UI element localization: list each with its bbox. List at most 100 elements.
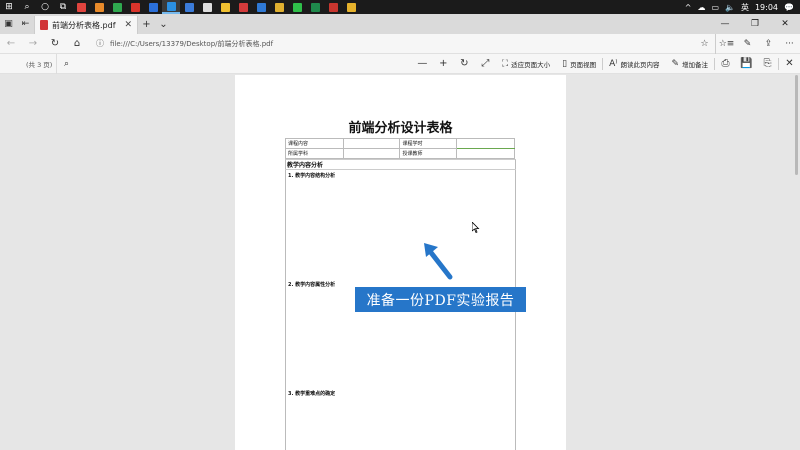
vertical-scrollbar[interactable] (795, 75, 798, 175)
new-tab-button[interactable]: + (138, 14, 155, 34)
pdf-viewer[interactable]: 前端分析设计表格 课程内容 课程学时 所属学科 授课教师 教学内容分析 1. 教… (0, 75, 800, 450)
tab-preview-icon[interactable]: ⇤ (17, 14, 34, 34)
edge-icon[interactable] (162, 0, 180, 14)
read-aloud-button[interactable]: A⁾ 朗读此页内容 (603, 54, 665, 74)
pointer-arrow-icon (424, 243, 453, 280)
table-cell: 所属学科 (285, 148, 344, 159)
pdf-search-icon[interactable]: ⌕ (56, 53, 76, 74)
close-window-button[interactable]: ✕ (770, 14, 800, 34)
address-bar: ← → ↻ ⌂ ⓘ file:///C:/Users/13379/Desktop… (0, 33, 800, 54)
table-cell: 课程内容 (285, 138, 344, 149)
excel-icon[interactable] (306, 0, 324, 14)
window-controls: — ❐ ✕ (710, 14, 800, 34)
app-white-icon[interactable] (198, 0, 216, 14)
home-button[interactable]: ⌂ (66, 34, 88, 54)
tab-close-icon[interactable]: ✕ (124, 20, 132, 30)
table-cell (342, 138, 401, 149)
system-tray: ^ ☁ ▭ 🔈 英 19:04 💬 (685, 0, 800, 14)
page-view-icon: ▯ (562, 58, 568, 69)
table-cell (456, 148, 515, 159)
share-icon[interactable]: ⇪ (758, 34, 779, 54)
zoom-in-button[interactable]: + (433, 54, 454, 74)
print-button[interactable]: ⎙ (715, 54, 736, 74)
save-as-button[interactable]: ⎘ (757, 54, 778, 74)
info-table: 课程内容 课程学时 所属学科 授课教师 (285, 138, 515, 159)
app-orange-icon[interactable] (90, 0, 108, 14)
app-red2-glyph (130, 2, 140, 12)
app-red-glyph (76, 2, 86, 12)
save-button[interactable]: 💾 (736, 54, 757, 74)
app-white-glyph (202, 2, 212, 12)
pen-icon: ✎ (671, 58, 679, 69)
forward-button[interactable]: → (22, 34, 44, 54)
zoom-out-button[interactable]: — (412, 54, 433, 74)
fit-page-label: 适应页面大小 (511, 60, 551, 69)
fullscreen-button[interactable]: ⤢ (475, 54, 496, 74)
clock[interactable]: 19:04 (755, 3, 778, 12)
app-blue-glyph (148, 2, 158, 12)
volume-icon[interactable]: 🔈 (725, 3, 735, 12)
url-text: file:///C:/Users/13379/Desktop/前端分析表格.pd… (110, 39, 274, 48)
back-button[interactable]: ← (0, 34, 22, 54)
tab-pdf[interactable]: 前端分析表格.pdf ✕ (34, 16, 138, 34)
refresh-button[interactable]: ↻ (44, 34, 66, 54)
page-view-button[interactable]: ▯ 页面视图 (556, 54, 602, 74)
list-item: 2. 教学内容属性分析 (288, 282, 336, 288)
pin-toolbar-icon[interactable]: ✕ (779, 54, 800, 74)
cortana-icon[interactable]: ○ (36, 0, 54, 14)
read-aloud-icon: A⁾ (609, 58, 618, 69)
info-icon[interactable]: ⓘ (96, 38, 104, 49)
more-menu-icon[interactable]: ··· (779, 34, 800, 54)
favorite-star-icon[interactable]: ☆ (694, 34, 715, 54)
list-item: 3. 教学重难点的确定 (288, 391, 336, 397)
tab-menu-chevron-icon[interactable]: ⌄ (155, 14, 172, 34)
app-green-icon[interactable] (108, 0, 126, 14)
start-icon[interactable]: ⊞ (0, 0, 18, 14)
pdf-toolbar: (共 3 页) ⌕ — + ↻ ⤢ ⛶ 适应页面大小 ▯ 页面视图 A⁾ 朗读此… (0, 53, 800, 74)
task-view-icon[interactable]: ⧉ (54, 0, 72, 14)
wechat-icon[interactable] (288, 0, 306, 14)
section-title: 教学内容分析 (287, 162, 324, 169)
favorites-hub-icon[interactable]: ☆≡ (716, 34, 737, 54)
fit-page-button[interactable]: ⛶ 适应页面大小 (496, 54, 556, 74)
app-red3-icon[interactable] (234, 0, 252, 14)
app-red2-icon[interactable] (126, 0, 144, 14)
wechat-glyph (292, 2, 302, 12)
add-notes-button[interactable]: ✎ 增加备注 (665, 54, 714, 74)
browser-tabbar: ▣ ⇤ 前端分析表格.pdf ✕ + ⌄ — ❐ ✕ (0, 14, 800, 34)
app-red-icon[interactable] (72, 0, 90, 14)
chrome-icon[interactable] (270, 0, 288, 14)
app-red4-icon[interactable] (324, 0, 342, 14)
search-icon[interactable]: ⌕ (18, 0, 36, 14)
app-blue2-glyph (184, 2, 194, 12)
read-aloud-label: 朗读此页内容 (620, 60, 660, 69)
table-cell: 授课教师 (399, 148, 458, 159)
mouse-cursor-icon (472, 222, 480, 233)
restore-button[interactable]: ❐ (740, 14, 770, 34)
notification-icon[interactable]: 💬 (784, 3, 794, 12)
app-blue-icon[interactable] (144, 0, 162, 14)
app-red4-glyph (328, 2, 338, 12)
app-blue2-icon[interactable] (180, 0, 198, 14)
app-blue3-icon[interactable] (252, 0, 270, 14)
app-green-glyph (112, 2, 122, 12)
caption-banner: 准备一份PDF实验报告 (355, 287, 526, 312)
ime-indicator[interactable]: 英 (741, 2, 749, 13)
table-row: 所属学科 授课教师 (285, 148, 515, 159)
table-row: 课程内容 课程学时 (285, 138, 515, 149)
pdf-file-icon (40, 20, 48, 30)
fit-page-icon: ⛶ (501, 58, 509, 69)
minimize-button[interactable]: — (710, 14, 740, 34)
app-red3-glyph (238, 2, 248, 12)
app-yellow2-icon[interactable] (342, 0, 360, 14)
list-item: 1. 教学内容结构分析 (288, 173, 336, 179)
network-icon[interactable]: ▭ (711, 3, 719, 12)
rotate-button[interactable]: ↻ (454, 54, 475, 74)
tab-aside-icon[interactable]: ▣ (0, 14, 17, 34)
url-field[interactable]: ⓘ file:///C:/Users/13379/Desktop/前端分析表格.… (92, 36, 694, 52)
tray-chevron-icon[interactable]: ^ (685, 3, 692, 12)
document-title: 前端分析设计表格 (348, 121, 453, 136)
web-notes-icon[interactable]: ✎ (737, 34, 758, 54)
app-yellow-icon[interactable] (216, 0, 234, 14)
weather-icon[interactable]: ☁ (697, 3, 705, 12)
